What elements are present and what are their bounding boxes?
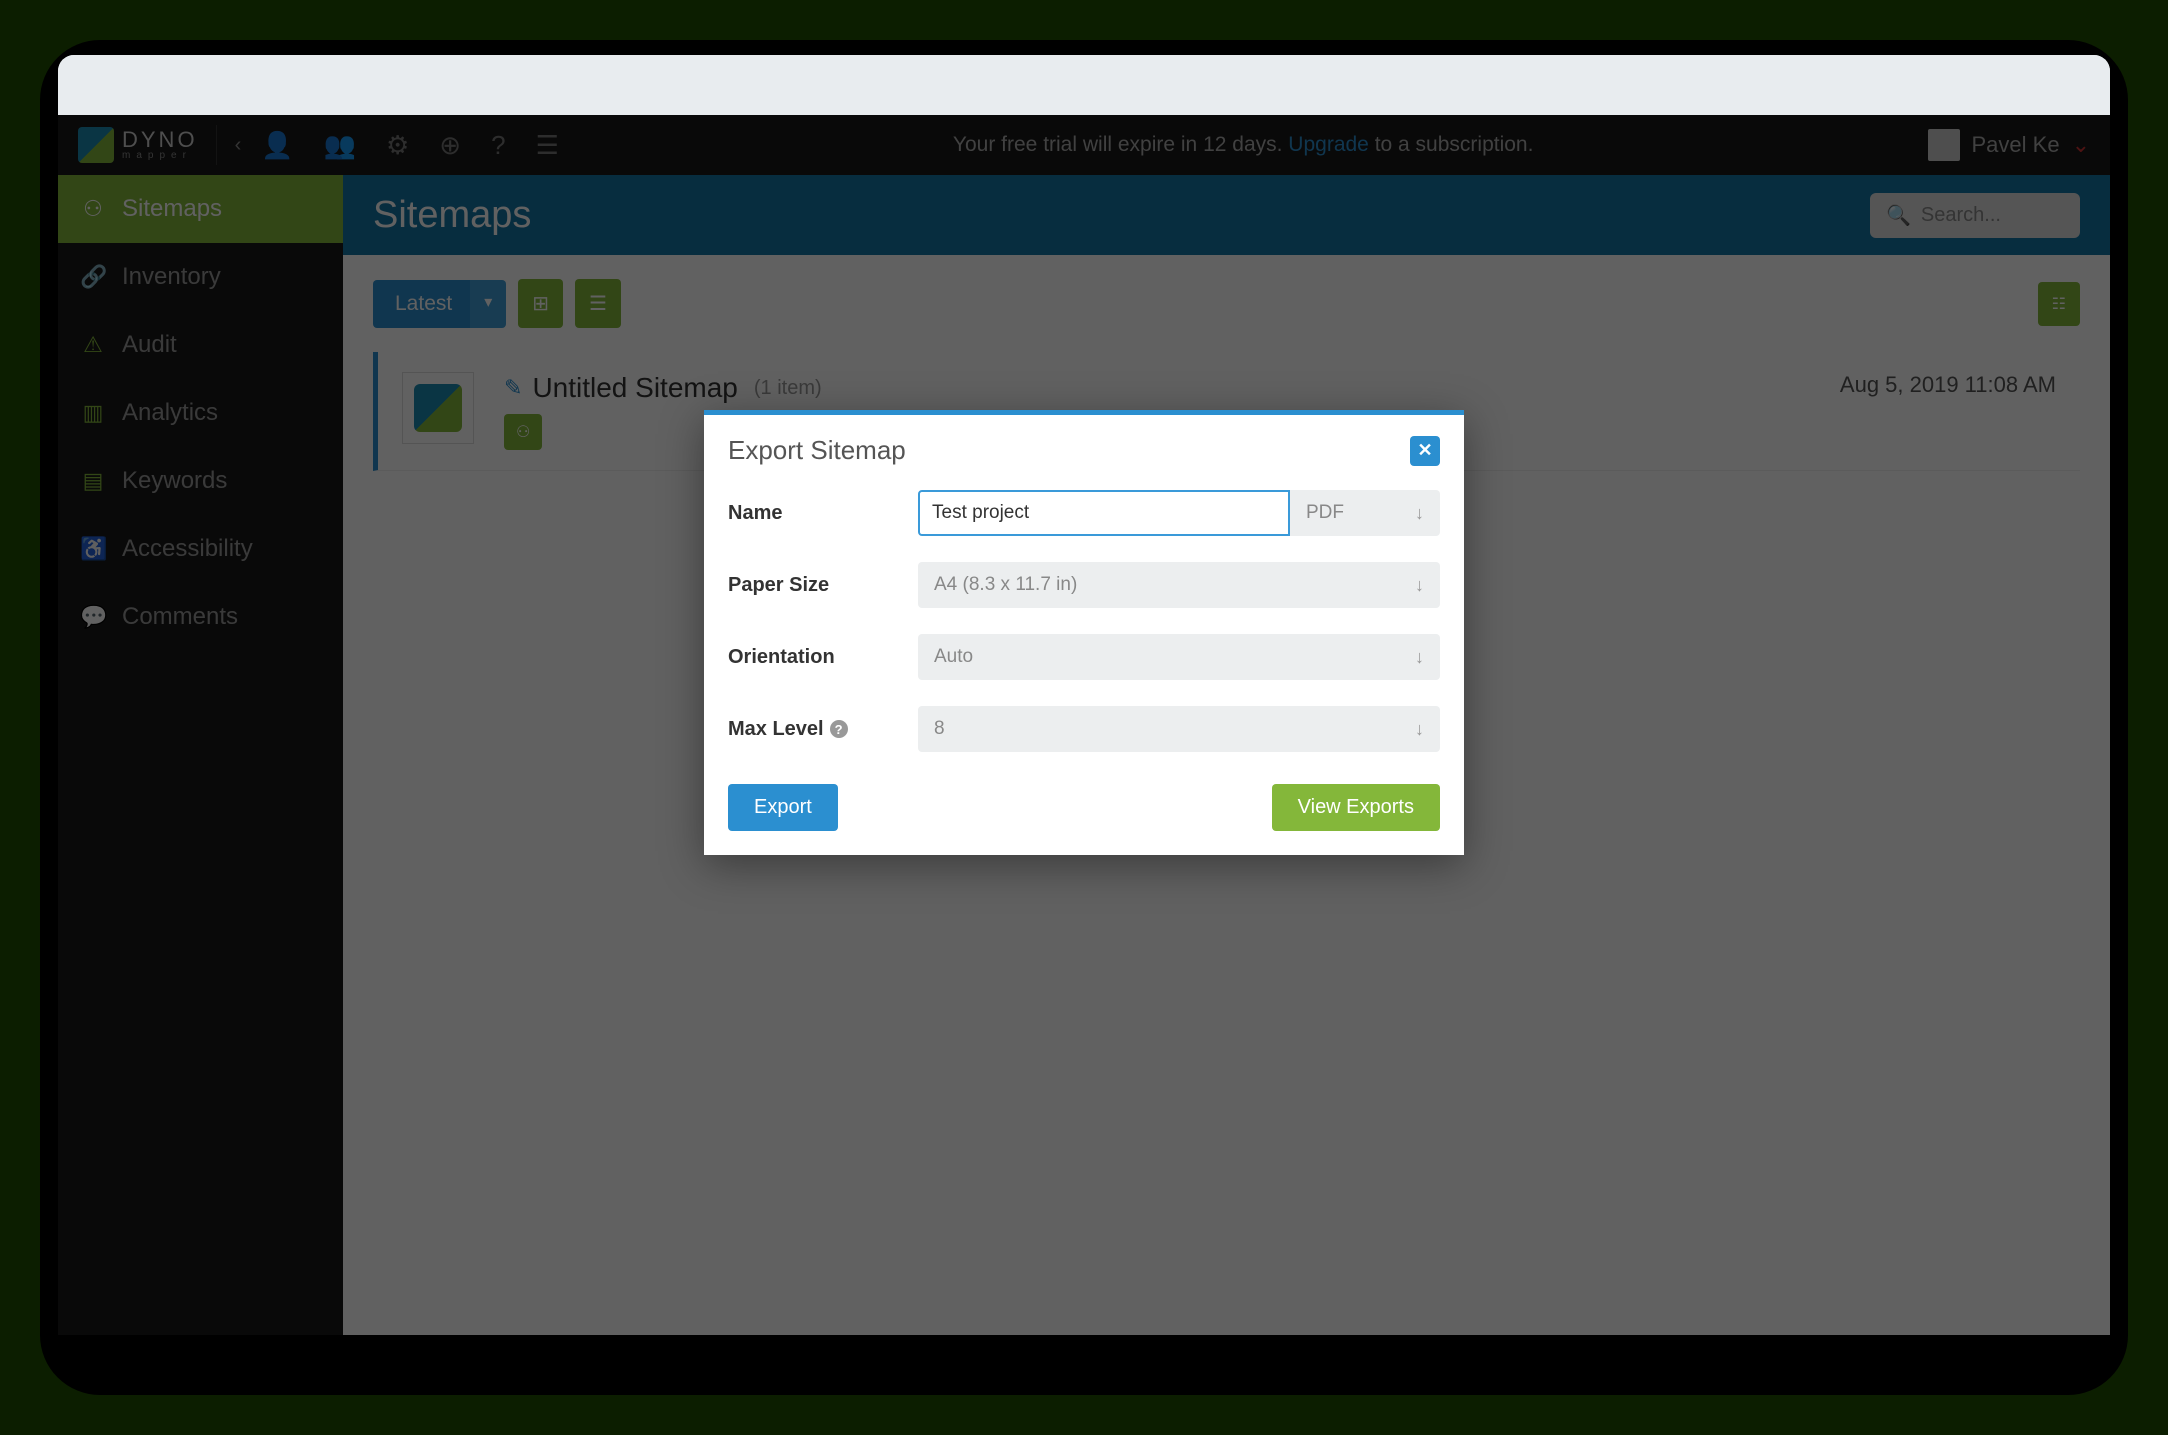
logo[interactable]: DYNO mapper xyxy=(78,127,198,163)
sidebar-item-analytics[interactable]: ▥ Analytics xyxy=(58,379,343,447)
collapse-chevron-icon[interactable]: ‹ xyxy=(235,134,242,157)
sitemap-title: Untitled Sitemap xyxy=(532,372,737,404)
maxlevel-select[interactable]: 8 ↓ xyxy=(918,706,1440,752)
form-row-name: Name PDF ↓ xyxy=(728,490,1440,536)
accessibility-icon: ♿ xyxy=(80,536,106,562)
form-row-papersize: Paper Size A4 (8.3 x 11.7 in) ↓ xyxy=(728,562,1440,608)
list-icon: ▤ xyxy=(80,468,106,494)
sidebar-item-accessibility[interactable]: ♿ Accessibility xyxy=(58,515,343,583)
chevron-down-icon: ↓ xyxy=(1415,503,1424,524)
help-icon[interactable]: ? xyxy=(830,720,848,738)
modal-header: Export Sitemap ✕ xyxy=(704,415,1464,482)
sidebar-item-sitemaps[interactable]: ⚇ Sitemaps xyxy=(58,175,343,243)
view-exports-button[interactable]: View Exports xyxy=(1272,784,1440,831)
edit-icon[interactable]: ✎ xyxy=(504,375,522,401)
sidebar-item-label: Sitemaps xyxy=(122,195,222,223)
format-value: PDF xyxy=(1306,502,1344,524)
sidebar-item-label: Comments xyxy=(122,603,238,631)
chevron-down-icon: ⌄ xyxy=(2072,132,2090,158)
orientation-value: Auto xyxy=(934,646,973,668)
page-header: Sitemaps 🔍 Search... xyxy=(343,175,2110,255)
tasks-icon[interactable]: ☰ xyxy=(536,130,559,161)
settings-button[interactable]: ☷ xyxy=(2038,282,2080,326)
gear-icon[interactable]: ⚙ xyxy=(386,130,409,161)
sidebar-item-label: Accessibility xyxy=(122,535,253,563)
comment-icon: 💬 xyxy=(80,604,106,630)
filter-label: Latest xyxy=(395,292,452,316)
upgrade-link[interactable]: Upgrade xyxy=(1288,133,1369,156)
list-view-button[interactable]: ☰ xyxy=(575,279,621,328)
sidebar-item-inventory[interactable]: 🔗 Inventory xyxy=(58,243,343,311)
sitemap-action-button[interactable]: ⚇ xyxy=(504,414,542,450)
orientation-label: Orientation xyxy=(728,646,918,669)
trial-message: Your free trial will expire in 12 days. … xyxy=(559,133,1928,157)
form-row-maxlevel: Max Level ? 8 ↓ xyxy=(728,706,1440,752)
logo-text: DYNO mapper xyxy=(122,129,198,161)
grid-view-button[interactable]: ⊞ xyxy=(518,279,563,328)
topbar: DYNO mapper ‹ 👤 👥 ⚙ ⊕ ? ☰ Your free t xyxy=(58,115,2110,175)
browser-chrome xyxy=(58,55,2110,115)
screen: DYNO mapper ‹ 👤 👥 ⚙ ⊕ ? ☰ Your free t xyxy=(58,55,2110,1335)
separator xyxy=(216,125,217,165)
toolbar: Latest ▾ ⊞ ☰ ☷ xyxy=(343,255,2110,352)
name-label: Name xyxy=(728,502,918,525)
papersize-value: A4 (8.3 x 11.7 in) xyxy=(934,574,1077,596)
page-title: Sitemaps xyxy=(373,194,531,237)
name-input[interactable] xyxy=(918,490,1290,536)
filter-caret[interactable]: ▾ xyxy=(470,280,506,328)
sidebar-item-comments[interactable]: 💬 Comments xyxy=(58,583,343,651)
papersize-label: Paper Size xyxy=(728,574,918,597)
search-placeholder: Search... xyxy=(1921,204,2001,227)
link-icon: 🔗 xyxy=(80,264,106,290)
sidebar-item-label: Keywords xyxy=(122,467,227,495)
export-button[interactable]: Export xyxy=(728,784,838,831)
search-icon: 🔍 xyxy=(1886,203,1911,228)
form-row-orientation: Orientation Auto ↓ xyxy=(728,634,1440,680)
close-icon[interactable]: ✕ xyxy=(1410,436,1440,466)
sitemap-thumbnail xyxy=(402,372,474,444)
modal-body: Name PDF ↓ Paper Size xyxy=(704,482,1464,855)
app-window: DYNO mapper ‹ 👤 👥 ⚙ ⊕ ? ☰ Your free t xyxy=(58,115,2110,1335)
sidebar-item-label: Inventory xyxy=(122,263,221,291)
users-icon[interactable]: 👥 xyxy=(324,130,356,161)
sidebar-item-label: Audit xyxy=(122,331,177,359)
logo-icon xyxy=(78,127,114,163)
sidebar: ⚇ Sitemaps 🔗 Inventory ⚠ Audit ▥ Analyti… xyxy=(58,175,343,1335)
sitemap-count: (1 item) xyxy=(754,377,822,400)
avatar xyxy=(1928,129,1960,161)
sitemap-date: Aug 5, 2019 11:08 AM xyxy=(1840,372,2056,398)
sidebar-item-audit[interactable]: ⚠ Audit xyxy=(58,311,343,379)
maxlevel-value: 8 xyxy=(934,718,945,740)
help-icon[interactable]: ? xyxy=(491,130,505,161)
chevron-down-icon: ↓ xyxy=(1415,719,1424,740)
chart-icon: ▥ xyxy=(80,400,106,426)
export-sitemap-modal: Export Sitemap ✕ Name PDF ↓ xyxy=(704,410,1464,855)
globe-icon[interactable]: ⊕ xyxy=(439,130,461,161)
warning-icon: ⚠ xyxy=(80,332,106,358)
user-name: Pavel Ke xyxy=(1972,132,2060,158)
format-select[interactable]: PDF ↓ xyxy=(1290,490,1440,536)
user-menu[interactable]: Pavel Ke ⌄ xyxy=(1928,129,2091,161)
chevron-down-icon: ↓ xyxy=(1415,647,1424,668)
modal-title: Export Sitemap xyxy=(728,435,906,466)
orientation-select[interactable]: Auto ↓ xyxy=(918,634,1440,680)
modal-footer: Export View Exports xyxy=(728,778,1440,831)
user-icon[interactable]: 👤 xyxy=(261,130,293,161)
topbar-icons: 👤 👥 ⚙ ⊕ ? ☰ xyxy=(261,130,559,161)
device-frame: DYNO mapper ‹ 👤 👥 ⚙ ⊕ ? ☰ Your free t xyxy=(40,40,2128,1395)
filter-dropdown[interactable]: Latest xyxy=(373,280,474,328)
chevron-down-icon: ↓ xyxy=(1415,575,1424,596)
sitemap-icon: ⚇ xyxy=(80,196,106,222)
sidebar-item-label: Analytics xyxy=(122,399,218,427)
papersize-select[interactable]: A4 (8.3 x 11.7 in) ↓ xyxy=(918,562,1440,608)
search-input[interactable]: 🔍 Search... xyxy=(1870,193,2080,238)
sidebar-item-keywords[interactable]: ▤ Keywords xyxy=(58,447,343,515)
maxlevel-label: Max Level ? xyxy=(728,718,918,741)
